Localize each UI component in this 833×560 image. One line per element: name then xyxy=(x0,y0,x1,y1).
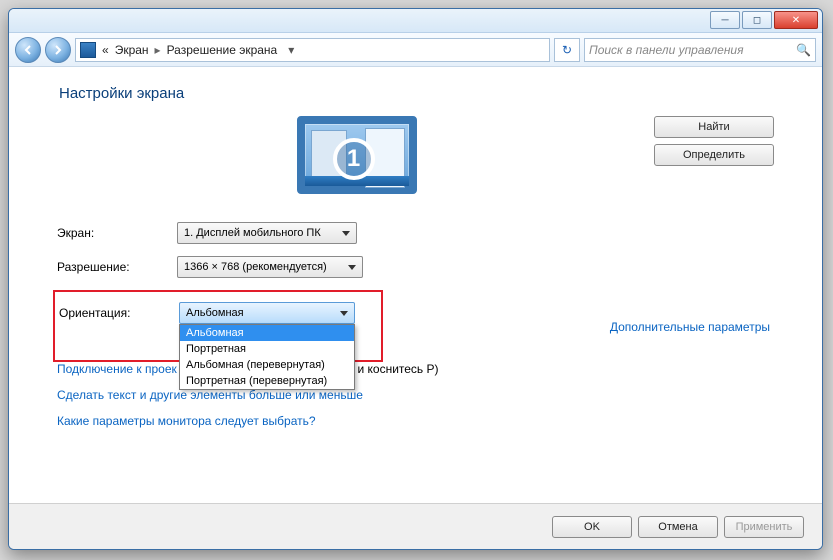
footer: OK Отмена Применить xyxy=(9,503,822,549)
dropdown-orientation-value: Альбомная xyxy=(186,307,244,319)
find-button[interactable]: Найти xyxy=(654,116,774,138)
dropdown-screen[interactable]: 1. Дисплей мобильного ПК xyxy=(177,222,357,244)
label-screen: Экран: xyxy=(57,226,177,240)
side-buttons: Найти Определить xyxy=(654,116,774,166)
link-which-settings[interactable]: Какие параметры монитора следует выбрать… xyxy=(57,414,316,428)
label-resolution: Разрешение: xyxy=(57,260,177,274)
chevron-down-icon xyxy=(342,231,350,236)
orientation-option-0[interactable]: Альбомная xyxy=(180,325,354,341)
maximize-button[interactable]: ◻ xyxy=(742,11,772,29)
breadcrumb: « Экран ▸ Разрешение экрана xyxy=(102,43,277,57)
connect-text-visible-1: Подключение к проек xyxy=(57,362,177,376)
link-advanced-settings[interactable]: Дополнительные параметры xyxy=(610,320,770,334)
breadcrumb-item-1[interactable]: Экран xyxy=(115,43,149,57)
help-row-2: Какие параметры монитора следует выбрать… xyxy=(57,414,774,428)
cancel-button[interactable]: Отмена xyxy=(638,516,718,538)
control-panel-window: ─ ◻ ✕ « Экран ▸ Разрешение экрана ▾ ↻ По… xyxy=(8,8,823,550)
forward-button[interactable] xyxy=(45,37,71,63)
page-title: Настройки экрана xyxy=(59,85,774,102)
connect-text-visible-2: и коснитесь P) xyxy=(357,362,438,376)
orientation-option-1[interactable]: Портретная xyxy=(180,341,354,357)
search-icon: 🔍 xyxy=(796,43,811,57)
monitor-preview-area: 1 xyxy=(59,116,654,194)
address-drop-icon[interactable]: ▾ xyxy=(283,43,299,57)
row-screen: Экран: 1. Дисплей мобильного ПК xyxy=(57,222,774,244)
orientation-group-highlighted: Ориентация: Альбомная Альбомная Портретн… xyxy=(53,290,383,362)
dropdown-screen-value: 1. Дисплей мобильного ПК xyxy=(184,227,321,239)
titlebar: ─ ◻ ✕ xyxy=(9,9,822,33)
dropdown-orientation[interactable]: Альбомная Альбомная Портретная Альбомная… xyxy=(179,302,355,324)
breadcrumb-prefix: « xyxy=(102,43,109,57)
apply-button[interactable]: Применить xyxy=(724,516,804,538)
label-orientation: Ориентация: xyxy=(59,306,179,320)
chevron-right-icon: ▸ xyxy=(155,43,161,57)
connect-projector-row: Подключение к проек и коснитесь P) xyxy=(57,362,774,376)
refresh-icon: ↻ xyxy=(562,43,572,57)
navbar: « Экран ▸ Разрешение экрана ▾ ↻ Поиск в … xyxy=(9,33,822,67)
search-input[interactable]: Поиск в панели управления 🔍 xyxy=(584,38,816,62)
monitor-preview[interactable]: 1 xyxy=(297,116,417,194)
breadcrumb-item-2[interactable]: Разрешение экрана xyxy=(167,43,278,57)
back-button[interactable] xyxy=(15,37,41,63)
orientation-option-3[interactable]: Портретная (перевернутая) xyxy=(180,373,354,389)
display-settings-icon xyxy=(80,42,96,58)
link-bigger-text[interactable]: Сделать текст и другие элементы больше и… xyxy=(57,388,363,402)
dropdown-resolution[interactable]: 1366 × 768 (рекомендуется) xyxy=(177,256,363,278)
address-bar[interactable]: « Экран ▸ Разрешение экрана ▾ xyxy=(75,38,550,62)
arrow-right-icon xyxy=(53,45,63,55)
monitor-number: 1 xyxy=(333,138,375,180)
search-placeholder: Поиск в панели управления xyxy=(589,43,744,57)
content-area: Настройки экрана 1 Найти Определить Экра… xyxy=(9,67,822,428)
preview-row: 1 Найти Определить xyxy=(57,116,774,194)
help-row-1: Сделать текст и другие элементы больше и… xyxy=(57,388,774,402)
close-button[interactable]: ✕ xyxy=(774,11,818,29)
chevron-down-icon xyxy=(348,265,356,270)
row-resolution: Разрешение: 1366 × 768 (рекомендуется) xyxy=(57,256,774,278)
arrow-left-icon xyxy=(23,45,33,55)
chevron-down-icon xyxy=(340,311,348,316)
orientation-option-2[interactable]: Альбомная (перевернутая) xyxy=(180,357,354,373)
link-connect-projector[interactable]: Подключение к проек xyxy=(57,362,180,376)
detect-button[interactable]: Определить xyxy=(654,144,774,166)
dropdown-resolution-value: 1366 × 768 (рекомендуется) xyxy=(184,261,327,273)
refresh-button[interactable]: ↻ xyxy=(554,38,580,62)
minimize-button[interactable]: ─ xyxy=(710,11,740,29)
ok-button[interactable]: OK xyxy=(552,516,632,538)
dropdown-orientation-options: Альбомная Портретная Альбомная (переверн… xyxy=(179,324,355,390)
